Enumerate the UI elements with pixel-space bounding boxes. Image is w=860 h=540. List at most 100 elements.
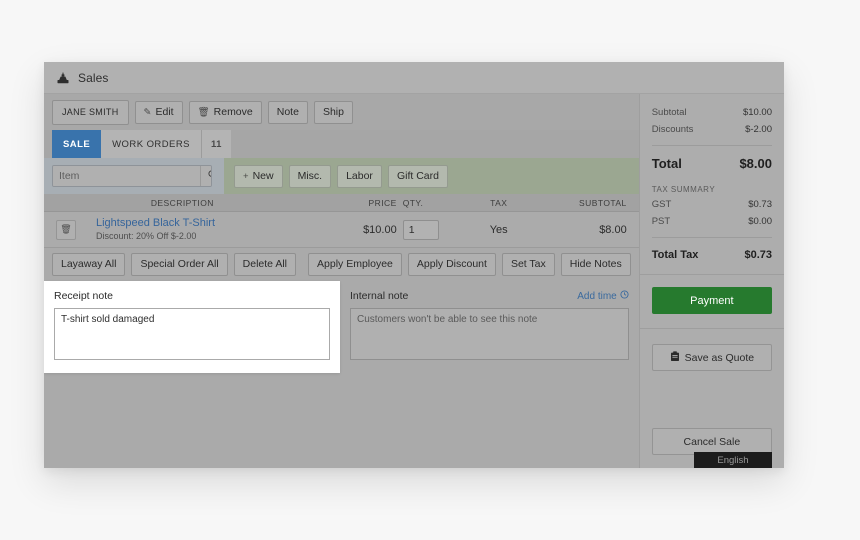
- apply-employee-button[interactable]: Apply Employee: [308, 253, 402, 276]
- gst-row: GST $0.73: [652, 196, 772, 213]
- discounts-value: $-2.00: [745, 124, 772, 135]
- note-button[interactable]: Note: [267, 100, 308, 124]
- header-price: PRICE: [368, 197, 397, 208]
- divider: [651, 145, 772, 146]
- register-icon: [56, 71, 70, 85]
- remove-button-label: Remove: [213, 105, 253, 118]
- tab-work-orders-count[interactable]: 11: [201, 130, 231, 158]
- receipt-note-panel: Receipt note: [44, 281, 340, 373]
- cancel-sale-button[interactable]: Cancel Sale: [651, 428, 772, 455]
- quick-add-zone: + New Misc. Labor Gift Card: [224, 158, 639, 194]
- gst-value: $0.73: [748, 199, 772, 210]
- search-strip: Search + New Misc. Labor Gift Card: [44, 158, 639, 194]
- total-tax-row: Total Tax $0.73: [652, 245, 772, 265]
- new-item-button[interactable]: + New: [234, 164, 283, 188]
- search-box: Search: [52, 165, 212, 187]
- labor-button[interactable]: Labor: [337, 164, 382, 188]
- add-time-label: Add time: [577, 290, 617, 302]
- pos-window: Sales JANE SMITH ✎ Edit 🗑 Remove Note Sh…: [44, 62, 784, 468]
- total-tax-value: $0.73: [744, 249, 772, 261]
- row-qty-cell: [397, 219, 451, 240]
- trash-icon: 🗑: [197, 106, 210, 118]
- main-panel: JANE SMITH ✎ Edit 🗑 Remove Note Ship SAL…: [44, 94, 639, 468]
- sale-tabs: SALE WORK ORDERS 11: [44, 130, 639, 158]
- hide-notes-button[interactable]: Hide Notes: [560, 253, 631, 276]
- tax-summary-label: TAX SUMMARY: [651, 185, 716, 194]
- special-order-all-button[interactable]: Special Order All: [131, 253, 228, 276]
- pst-row: PST $0.00: [652, 213, 772, 230]
- receipt-note-label: Receipt note: [54, 290, 113, 302]
- misc-button[interactable]: Misc.: [288, 164, 332, 188]
- row-tax[interactable]: Yes: [451, 224, 547, 236]
- new-item-label: New: [252, 169, 274, 182]
- add-time-link[interactable]: Add time: [577, 290, 629, 302]
- discounts-label: Discounts: [651, 124, 694, 135]
- tab-sale[interactable]: SALE: [52, 130, 102, 158]
- set-tax-button[interactable]: Set Tax: [501, 253, 555, 276]
- language-indicator[interactable]: English: [694, 452, 772, 468]
- delete-all-button[interactable]: Delete All: [233, 253, 297, 276]
- subtotal-label: Subtotal: [651, 107, 687, 118]
- notes-section: Receipt note Internal note Add time: [44, 281, 639, 373]
- sale-action-row: JANE SMITH ✎ Edit 🗑 Remove Note Ship: [44, 94, 639, 130]
- internal-note-label: Internal note: [350, 290, 409, 302]
- window-titlebar: Sales: [44, 62, 784, 94]
- subtotal-row: Subtotal $10.00: [652, 104, 772, 121]
- internal-note-label-row: Internal note Add time: [350, 290, 629, 302]
- pst-value: $0.00: [748, 216, 772, 227]
- internal-note-input[interactable]: [350, 308, 629, 360]
- row-description-cell: Lightspeed Black T-Shirt Discount: 20% O…: [88, 217, 335, 242]
- remove-button[interactable]: 🗑 Remove: [188, 100, 262, 124]
- main-filler: [44, 378, 639, 468]
- search-button[interactable]: Search: [200, 166, 211, 186]
- ship-button[interactable]: Ship: [313, 100, 353, 124]
- total-row: Total $8.00: [652, 153, 772, 175]
- total-label: Total: [651, 156, 682, 171]
- payment-button[interactable]: Payment: [651, 287, 772, 314]
- receipt-note-input[interactable]: [54, 308, 330, 360]
- item-discount-text: Discount: 20% Off $-2.00: [96, 231, 197, 241]
- layaway-all-button[interactable]: Layaway All: [52, 253, 126, 276]
- gst-label: GST: [651, 199, 672, 210]
- header-qty: QTY.: [402, 197, 424, 208]
- window-body: JANE SMITH ✎ Edit 🗑 Remove Note Ship SAL…: [44, 94, 784, 468]
- divider: [639, 328, 784, 329]
- search-input[interactable]: [53, 166, 200, 186]
- row-delete-cell: 🗑: [44, 219, 88, 240]
- gift-card-button[interactable]: Gift Card: [387, 164, 448, 188]
- apply-discount-button[interactable]: Apply Discount: [407, 253, 496, 276]
- edit-button[interactable]: ✎ Edit: [134, 100, 183, 124]
- subtotal-value: $10.00: [742, 107, 772, 118]
- totals-rail: Subtotal $10.00 Discounts $-2.00 Total $…: [638, 94, 784, 468]
- edit-button-label: Edit: [155, 105, 174, 118]
- row-price: $10.00: [363, 223, 397, 236]
- header-subtotal: SUBTOTAL: [579, 197, 627, 208]
- line-items-header: DESCRIPTION PRICE QTY. TAX SUBTOTAL: [44, 194, 639, 212]
- table-row: 🗑 Lightspeed Black T-Shirt Discount: 20%…: [44, 212, 639, 248]
- quantity-input[interactable]: [402, 219, 439, 240]
- discounts-row: Discounts $-2.00: [652, 121, 772, 138]
- internal-note-panel: Internal note Add time: [340, 281, 639, 373]
- save-as-quote-button[interactable]: Save as Quote: [651, 344, 772, 371]
- clipboard-icon: [670, 350, 680, 365]
- window-title: Sales: [78, 70, 109, 85]
- customer-button[interactable]: JANE SMITH: [52, 99, 129, 125]
- tab-work-orders[interactable]: WORK ORDERS: [101, 130, 202, 158]
- trash-icon[interactable]: 🗑: [56, 219, 76, 240]
- item-name-link[interactable]: Lightspeed Black T-Shirt: [96, 217, 335, 230]
- totals-block: Subtotal $10.00 Discounts $-2.00 Total $…: [640, 94, 784, 265]
- clock-icon: [620, 290, 629, 302]
- save-as-quote-label: Save as Quote: [684, 351, 755, 364]
- bulk-action-row: Layaway All Special Order All Delete All…: [44, 248, 639, 281]
- divider: [639, 274, 784, 275]
- row-subtotal: $8.00: [599, 223, 627, 236]
- header-tax: TAX: [490, 197, 508, 208]
- total-tax-label: Total Tax: [651, 249, 699, 261]
- search-zone: Search: [44, 158, 224, 194]
- total-value: $8.00: [739, 156, 772, 171]
- pencil-icon: ✎: [143, 106, 152, 118]
- plus-icon: +: [243, 170, 249, 182]
- header-description: DESCRIPTION: [150, 197, 214, 208]
- pst-label: PST: [651, 216, 671, 227]
- divider: [651, 237, 772, 238]
